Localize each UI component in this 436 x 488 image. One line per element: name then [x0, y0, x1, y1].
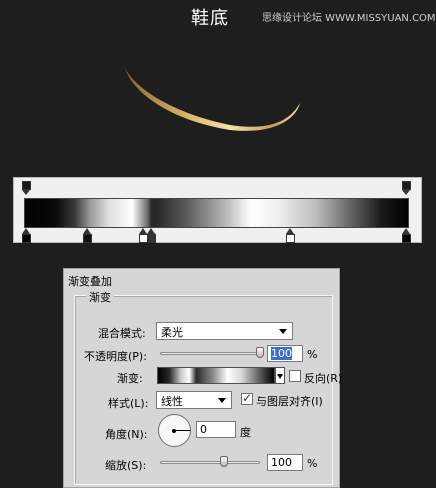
chevron-down-icon [218, 398, 226, 403]
color-stop[interactable] [22, 228, 31, 243]
angle-input[interactable]: 0 [196, 421, 236, 438]
scale-label: 缩放(S): [105, 459, 147, 472]
opacity-stop-left[interactable] [22, 181, 31, 196]
align-with-layer-checkbox[interactable] [241, 391, 253, 405]
blend-mode-label: 混合模式: [98, 327, 146, 340]
gradient-preview-bar [24, 198, 409, 228]
style-value: 线性 [161, 395, 183, 408]
scale-input[interactable]: 100 [267, 454, 303, 471]
dial-hand [175, 430, 190, 431]
angle-unit: 度 [240, 426, 251, 439]
color-stop[interactable] [286, 228, 295, 243]
opacity-unit: % [307, 348, 318, 361]
style-label: 样式(L): [108, 397, 149, 410]
opacity-slider[interactable] [160, 352, 260, 355]
style-select[interactable]: 线性 [156, 391, 232, 409]
scale-unit: % [307, 457, 318, 470]
align-with-layer-label: 与图层对齐(I) [256, 395, 323, 408]
chevron-down-icon [277, 374, 283, 379]
color-stop[interactable] [402, 228, 411, 243]
gradient-editor [13, 177, 422, 243]
scale-slider-thumb[interactable] [220, 456, 229, 467]
opacity-input[interactable]: 100 [267, 345, 303, 362]
shoe-sole-shape [124, 65, 300, 131]
group-legend: 渐变 [86, 289, 114, 305]
blend-mode-select[interactable]: 柔光 [156, 322, 293, 340]
opacity-stop-right[interactable] [402, 181, 411, 196]
angle-dial[interactable] [158, 414, 191, 447]
opacity-slider-thumb[interactable] [256, 347, 264, 358]
reverse-label: 反向(R) [304, 372, 343, 385]
scale-slider[interactable] [160, 461, 260, 464]
gradient-dropdown[interactable] [275, 367, 285, 384]
gradient-overlay-dialog: 渐变叠加 渐变 混合模式: 柔光 不透明度(P): 100 % 渐变: 反向(R… [63, 268, 343, 488]
gradient-label: 渐变: [117, 372, 143, 385]
blend-mode-value: 柔光 [161, 326, 183, 339]
chevron-down-icon [279, 329, 287, 334]
dialog-title: 渐变叠加 [68, 275, 112, 288]
color-stop[interactable] [83, 228, 92, 243]
opacity-label: 不透明度(P): [84, 350, 147, 363]
reverse-checkbox[interactable] [289, 370, 301, 382]
canvas-title: 鞋底 [191, 8, 229, 29]
watermark-text: 思缘设计论坛 WWW.MISSYUAN.COM [262, 13, 436, 24]
gradient-swatch[interactable] [157, 367, 275, 384]
angle-label: 角度(N): [105, 428, 148, 441]
color-stop[interactable] [147, 228, 156, 243]
